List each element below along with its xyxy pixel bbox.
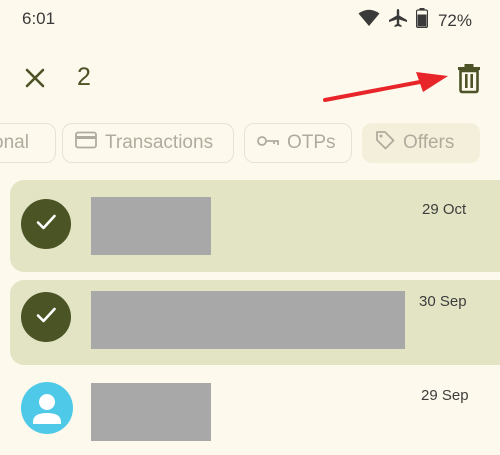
- chip-transactions-label: Transactions: [105, 132, 214, 153]
- selected-check-avatar[interactable]: [21, 199, 71, 249]
- chip-otps[interactable]: OTPs: [244, 123, 352, 163]
- contact-avatar: [21, 382, 73, 434]
- chip-otps-label: OTPs: [287, 132, 336, 153]
- delete-button[interactable]: [455, 62, 483, 94]
- conversation-date: 29 Sep: [421, 387, 469, 404]
- status-time: 6:01: [22, 9, 56, 28]
- redacted-content: [91, 383, 211, 441]
- battery-icon: [415, 8, 429, 33]
- chip-personal-label: onal: [0, 132, 29, 153]
- redacted-content: [91, 291, 405, 349]
- conversation-date: 29 Oct: [422, 201, 467, 218]
- status-bar: 6:01 72%: [0, 0, 500, 36]
- redacted-content: [91, 197, 211, 255]
- conversation-date: 30 Sep: [419, 293, 467, 310]
- chip-offers[interactable]: Offers: [362, 123, 480, 163]
- selected-check-avatar[interactable]: [21, 292, 71, 342]
- tag-icon: [375, 130, 395, 156]
- status-icons: 72%: [358, 8, 472, 33]
- filter-chips: onal Transactions OTPs Offers: [0, 123, 500, 167]
- conversation-row[interactable]: 30 Sep: [10, 280, 500, 365]
- annotation-arrow: [323, 72, 448, 102]
- chip-offers-label: Offers: [403, 132, 455, 153]
- checkmark-icon: [35, 306, 57, 329]
- credit-card-icon: [75, 131, 97, 155]
- chip-transactions[interactable]: Transactions: [62, 123, 234, 163]
- checkmark-icon: [35, 213, 57, 236]
- wifi-icon: [358, 9, 380, 32]
- key-icon: [257, 132, 279, 154]
- selected-count: 2: [77, 63, 91, 91]
- person-icon: [21, 394, 73, 434]
- battery-percent: 72%: [437, 10, 472, 30]
- conversation-row[interactable]: 29 Sep: [0, 372, 500, 455]
- chip-personal[interactable]: onal: [0, 123, 56, 163]
- conversation-row[interactable]: 29 Oct: [10, 180, 500, 272]
- close-icon: [22, 68, 48, 95]
- airplane-mode-icon: [388, 8, 408, 33]
- close-selection-button[interactable]: [22, 65, 48, 91]
- trash-icon: [455, 64, 483, 98]
